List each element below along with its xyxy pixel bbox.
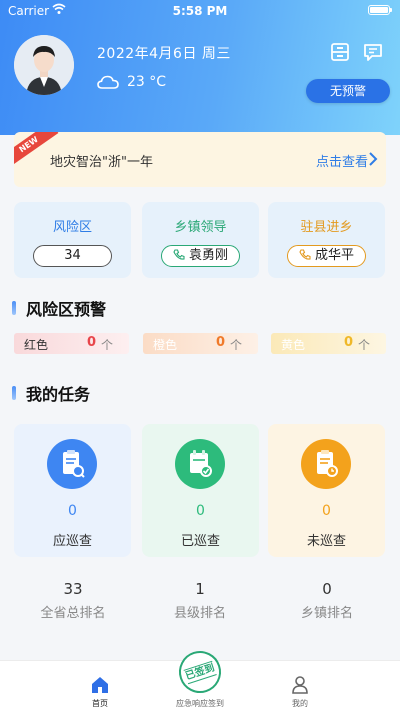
not-inspected-count: 0 <box>322 503 331 519</box>
banner-title: 地灾智治"浙"一年 <box>50 155 153 170</box>
tab-home[interactable]: 首页 <box>60 675 140 709</box>
header: Carrier 5:58 PM 2022年4月6日 周三 23 °C 无预警 <box>0 0 400 135</box>
county-station-contact[interactable]: 成华平 <box>287 245 366 267</box>
inspect-done-icon <box>175 439 225 489</box>
not-inspected-label: 未巡查 <box>306 534 346 549</box>
avatar[interactable] <box>14 35 74 95</box>
township-rank-label: 乡镇排名 <box>300 606 353 621</box>
county-station-card[interactable]: 驻县进乡 成华平 <box>268 202 385 278</box>
to-inspect-label: 应巡查 <box>52 534 92 549</box>
county-rank-value: 1 <box>195 580 205 598</box>
risk-area-count: 34 <box>33 245 112 267</box>
township-leader-contact[interactable]: 袁勇刚 <box>161 245 240 267</box>
chevron-right-icon <box>369 152 378 166</box>
risk-red-count: 0 <box>87 335 97 350</box>
scan-icon[interactable] <box>330 42 350 62</box>
cloud-icon <box>97 75 119 89</box>
risk-area-title: 风险区 <box>52 220 92 235</box>
risk-orange[interactable]: 橙色 0 个 <box>143 333 258 354</box>
task-inspected-card[interactable]: 0 已巡查 <box>142 424 259 557</box>
risk-red[interactable]: 红色 0 个 <box>14 333 129 354</box>
province-rank: 33 全省总排名 <box>6 580 140 621</box>
phone-icon <box>173 249 185 260</box>
county-rank: 1 县级排名 <box>133 580 267 621</box>
county-rank-label: 县级排名 <box>173 606 226 621</box>
tab-checkin-label: 应急响应签到 <box>176 699 224 708</box>
risk-yellow[interactable]: 黄色 0 个 <box>271 333 386 354</box>
task-not-inspected-card[interactable]: 0 未巡查 <box>268 424 385 557</box>
section-bar <box>12 301 16 315</box>
risk-area-card[interactable]: 风险区 34 <box>14 202 131 278</box>
news-banner[interactable]: NEW 地灾智治"浙"一年 点击查看 <box>14 132 386 187</box>
tab-mine[interactable]: 我的 <box>260 675 340 709</box>
checked-in-stamp-text: 已签到 <box>183 660 217 684</box>
county-station-name: 成华平 <box>314 248 354 263</box>
township-rank-value: 0 <box>322 580 332 598</box>
phone-icon <box>299 249 311 260</box>
to-inspect-count: 0 <box>68 503 77 519</box>
user-icon <box>292 676 308 694</box>
risk-warning-title: 风险区预警 <box>26 300 107 319</box>
weather: 23 °C <box>97 74 166 90</box>
township-rank: 0 乡镇排名 <box>260 580 394 621</box>
tab-mine-label: 我的 <box>292 699 308 708</box>
inspected-label: 已巡查 <box>180 534 220 549</box>
risk-yellow-label: 黄色 <box>281 338 306 352</box>
clock: 5:58 PM <box>172 4 228 18</box>
status-bar: Carrier 5:58 PM <box>0 0 400 22</box>
section-bar <box>12 386 16 400</box>
tab-home-label: 首页 <box>92 699 108 708</box>
province-rank-value: 33 <box>63 580 83 598</box>
risk-yellow-unit: 个 <box>358 338 371 352</box>
inspect-pending-icon <box>301 439 351 489</box>
inspected-count: 0 <box>196 503 205 519</box>
inspect-todo-icon <box>47 439 97 489</box>
county-station-title: 驻县进乡 <box>300 220 353 235</box>
township-leader-name: 袁勇刚 <box>188 248 228 263</box>
risk-red-unit: 个 <box>101 338 114 352</box>
task-to-inspect-card[interactable]: 0 应巡查 <box>14 424 131 557</box>
temperature-label: 23 °C <box>127 74 167 90</box>
risk-orange-count: 0 <box>216 335 226 350</box>
battery-icon <box>368 5 392 15</box>
message-icon[interactable] <box>363 42 383 62</box>
my-tasks-title: 我的任务 <box>26 385 91 404</box>
township-leader-title: 乡镇领导 <box>174 220 227 235</box>
township-leader-card[interactable]: 乡镇领导 袁勇刚 <box>142 202 259 278</box>
my-tasks-heading: 我的任务 <box>12 381 90 405</box>
risk-yellow-count: 0 <box>344 335 354 350</box>
risk-orange-unit: 个 <box>230 338 243 352</box>
banner-view-link[interactable]: 点击查看 <box>316 151 368 170</box>
risk-red-label: 红色 <box>24 338 49 352</box>
risk-warning-heading: 风险区预警 <box>12 296 106 320</box>
date-label: 2022年4月6日 周三 <box>97 46 231 62</box>
province-rank-label: 全省总排名 <box>40 606 106 621</box>
alert-status-button[interactable]: 无预警 <box>306 79 390 103</box>
risk-orange-label: 橙色 <box>153 338 178 352</box>
home-icon <box>92 677 108 693</box>
user-avatar-icon <box>14 35 74 95</box>
